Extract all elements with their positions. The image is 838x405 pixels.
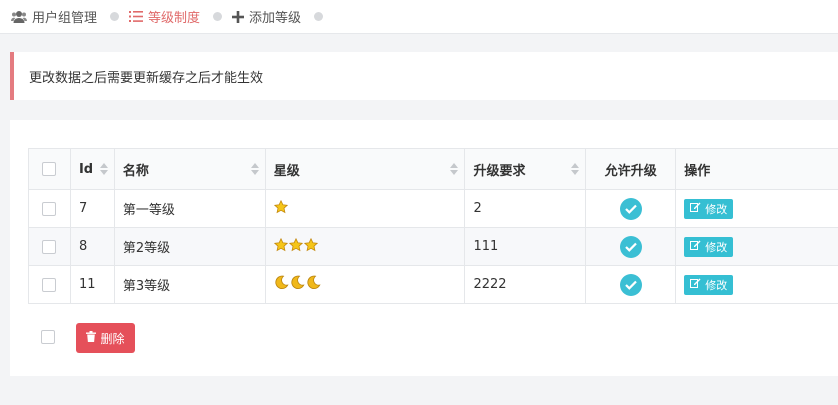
cell-name: 第一等级 — [113, 190, 265, 227]
cell-stars — [264, 266, 465, 303]
sort-icon — [571, 163, 580, 175]
breadcrumb-item-user-group[interactable]: 用户组管理 — [11, 7, 97, 26]
table-header: Id 名称 星级 升级要求 允许升级 操作 — [29, 149, 838, 189]
delete-label: 删除 — [100, 331, 125, 346]
breadcrumb-item-add-level[interactable]: 添加等级 — [232, 7, 301, 26]
row-checkbox[interactable] — [42, 277, 57, 292]
trash-icon — [86, 331, 97, 345]
users-icon — [11, 10, 27, 23]
column-label: 星级 — [273, 163, 300, 179]
sort-icon — [450, 163, 459, 175]
column-label: 名称 — [122, 163, 149, 179]
row-select-cell — [29, 190, 70, 227]
check-circle-icon — [619, 197, 642, 220]
table-row: 7 第一等级 2 修改 — [29, 189, 838, 227]
sort-icon — [99, 163, 108, 175]
row-select-cell — [29, 228, 70, 265]
cell-actions: 修改 — [675, 228, 838, 265]
table-row: 11 第3等级 2222 修改 — [29, 265, 838, 303]
cell-id: 7 — [69, 190, 114, 227]
edit-label: 修改 — [705, 278, 728, 292]
breadcrumb-separator — [213, 12, 223, 21]
edit-icon — [690, 278, 701, 291]
row-select-cell — [29, 266, 70, 303]
edit-button[interactable]: 修改 — [684, 274, 734, 295]
breadcrumb-separator — [110, 12, 120, 21]
cell-id: 11 — [69, 266, 114, 303]
breadcrumb-label: 用户组管理 — [32, 11, 98, 26]
select-all-checkbox[interactable] — [42, 162, 57, 176]
level-table-panel: Id 名称 星级 升级要求 允许升级 操作 7 第一等级 2 修改 8 第2等级… — [10, 120, 838, 376]
header-requirement[interactable]: 升级要求 — [464, 149, 585, 189]
level-table: Id 名称 星级 升级要求 允许升级 操作 7 第一等级 2 修改 8 第2等级… — [28, 148, 838, 304]
header-name[interactable]: 名称 — [113, 149, 265, 189]
column-label: 升级要求 — [473, 163, 526, 179]
star-icon — [303, 237, 318, 256]
column-label: 允许升级 — [604, 163, 657, 179]
cell-requirement: 2 — [464, 190, 585, 227]
breadcrumb-bar: 用户组管理 等级制度 添加等级 — [0, 0, 838, 34]
column-label: 操作 — [684, 163, 711, 179]
moon-icon — [274, 275, 289, 294]
cell-stars — [264, 190, 465, 227]
cell-allow-upgrade — [585, 190, 675, 227]
row-checkbox[interactable] — [42, 201, 57, 216]
header-allow-upgrade: 允许升级 — [585, 149, 675, 189]
edit-icon — [690, 202, 701, 215]
cell-allow-upgrade — [585, 266, 675, 303]
check-circle-icon — [619, 235, 642, 258]
notice-text: 更改数据之后需要更新缓存之后才能生效 — [29, 70, 264, 86]
moon-icon — [306, 275, 321, 294]
plus-icon — [232, 10, 245, 23]
star-icon — [288, 237, 303, 256]
list-icon — [129, 10, 144, 23]
breadcrumb-label: 等级制度 — [148, 11, 201, 26]
edit-label: 修改 — [705, 240, 728, 254]
cell-allow-upgrade — [585, 228, 675, 265]
check-circle-icon — [619, 273, 642, 296]
star-rating — [274, 275, 321, 294]
moon-icon — [290, 275, 305, 294]
breadcrumb-separator — [314, 12, 324, 21]
star-icon — [273, 199, 288, 218]
edit-icon — [690, 240, 701, 253]
sort-icon — [250, 163, 259, 175]
cell-stars — [264, 228, 465, 265]
edit-label: 修改 — [705, 202, 728, 216]
header-id[interactable]: Id — [69, 149, 114, 189]
header-actions: 操作 — [675, 149, 838, 189]
cell-requirement: 111 — [464, 228, 585, 265]
star-icon — [273, 237, 288, 256]
header-stars[interactable]: 星级 — [264, 149, 465, 189]
cell-actions: 修改 — [675, 266, 838, 303]
edit-button[interactable]: 修改 — [684, 198, 734, 219]
cell-name: 第2等级 — [113, 228, 265, 265]
delete-button[interactable]: 删除 — [76, 323, 135, 353]
row-checkbox[interactable] — [42, 239, 57, 254]
cell-id: 8 — [69, 228, 114, 265]
cell-name: 第3等级 — [113, 266, 265, 303]
bulk-select-checkbox[interactable] — [41, 330, 55, 344]
breadcrumb-item-level-system[interactable]: 等级制度 — [129, 7, 200, 26]
breadcrumb-label: 添加等级 — [249, 11, 302, 26]
cell-requirement: 2222 — [464, 266, 585, 303]
star-rating — [273, 199, 288, 218]
table-row: 8 第2等级 111 修改 — [29, 227, 838, 265]
star-rating — [273, 237, 318, 256]
cell-actions: 修改 — [675, 190, 838, 227]
column-label: Id — [78, 161, 94, 177]
cache-notice: 更改数据之后需要更新缓存之后才能生效 — [10, 52, 838, 100]
header-select-cell — [29, 149, 70, 189]
edit-button[interactable]: 修改 — [684, 236, 734, 257]
